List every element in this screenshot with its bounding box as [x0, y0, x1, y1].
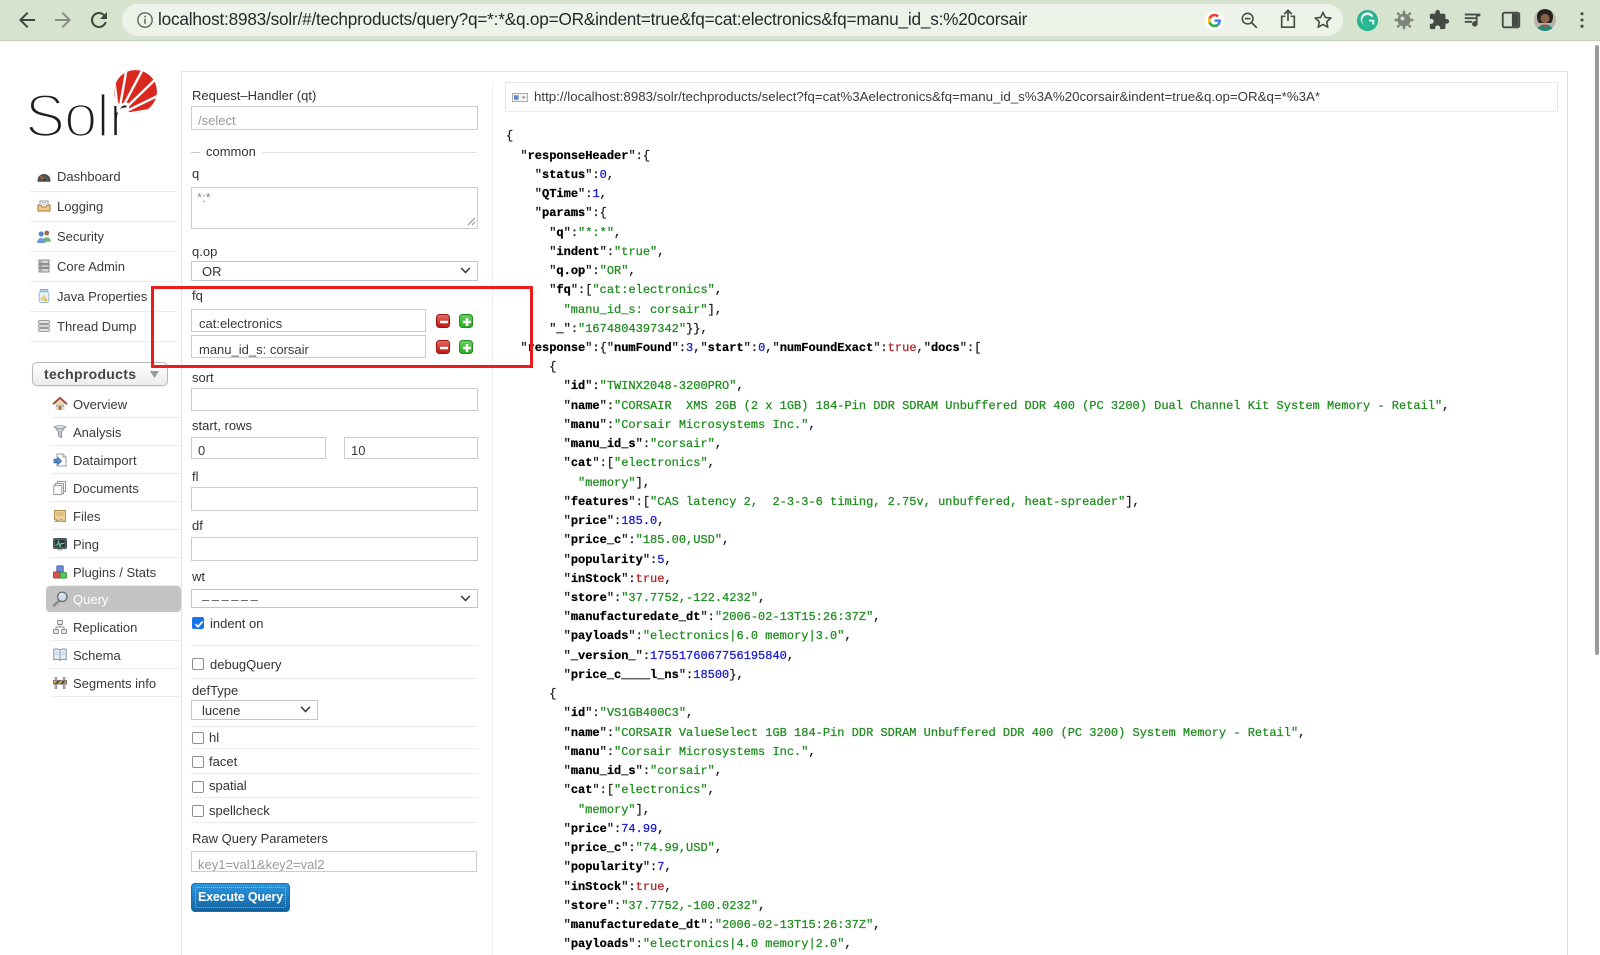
svg-text:Solr: Solr [26, 83, 128, 150]
